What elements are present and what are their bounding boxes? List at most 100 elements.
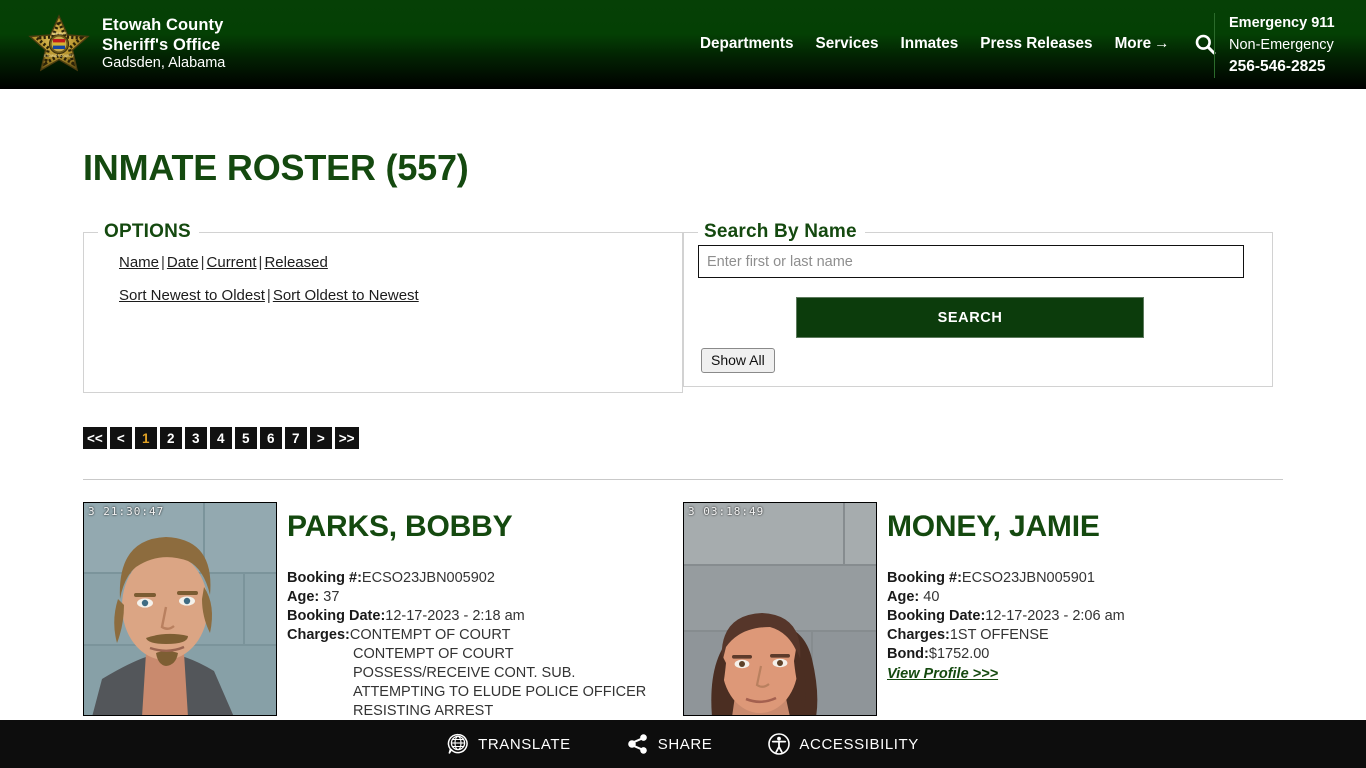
pagination: << < 1 2 3 4 5 6 7 > >> bbox=[83, 427, 1283, 449]
pagination-last[interactable]: >> bbox=[334, 427, 359, 449]
nav-item-departments[interactable]: Departments bbox=[700, 35, 805, 53]
controls-row: OPTIONS Name | Date | Current | Released Sort … bbox=[83, 221, 1283, 393]
value-booking-number: ECSO23JBN005902 bbox=[361, 570, 495, 586]
sheriff-star-badge-icon: SHERIFF ETOWAH COUNTY bbox=[28, 13, 90, 75]
pagination-page-2[interactable]: 2 bbox=[159, 427, 182, 449]
share-icon bbox=[627, 733, 649, 755]
search-legend: Search By Name bbox=[704, 221, 857, 242]
pagination-page-1[interactable]: 1 bbox=[134, 427, 157, 449]
option-link-sort-oldest-to-newest[interactable]: Sort Oldest to Newest bbox=[273, 287, 419, 304]
value-charge-5: RESISTING ARREST bbox=[353, 703, 494, 719]
brand-line-city: Gadsden, Alabama bbox=[102, 55, 226, 72]
option-link-date[interactable]: Date bbox=[167, 254, 199, 271]
field-booking-number: Booking #:ECSO23JBN005902 bbox=[287, 569, 646, 588]
options-separator-1: | bbox=[161, 254, 165, 271]
search-button[interactable]: SEARCH bbox=[796, 297, 1144, 338]
option-link-name[interactable]: Name bbox=[119, 254, 159, 271]
field-booking-date: Booking Date:12-17-2023 - 2:06 am bbox=[887, 607, 1125, 626]
view-profile-link[interactable]: View Profile >>> bbox=[887, 665, 998, 684]
label-charges: Charges: bbox=[887, 627, 950, 643]
site-brand[interactable]: SHERIFF ETOWAH COUNTY Etowah County Sher… bbox=[28, 13, 225, 75]
site-header: SHERIFF ETOWAH COUNTY Etowah County Sher… bbox=[0, 0, 1366, 89]
non-emergency-phone[interactable]: 256-546-2825 bbox=[1229, 56, 1366, 78]
brand-line-county: Etowah County bbox=[102, 16, 224, 35]
translate-label: TRANSLATE bbox=[478, 735, 571, 753]
nav-more-label: More bbox=[1114, 35, 1152, 52]
field-bond: Bond:$1752.00 bbox=[887, 645, 1125, 664]
pagination-page-7[interactable]: 7 bbox=[284, 427, 307, 449]
nav-item-more[interactable]: More → bbox=[1104, 35, 1181, 53]
pagination-prev[interactable]: < bbox=[109, 427, 132, 449]
inmate-card: 3 03:18:49 MONEY, JAMIE Booking #:ECSO23… bbox=[683, 502, 1283, 721]
field-charges: Charges:1ST OFFENSE bbox=[887, 626, 1125, 645]
mugshot-photo[interactable]: 3 03:18:49 bbox=[683, 502, 877, 716]
inmate-card: 3 21:30:47 PARKS, BOBBY Booking #:ECSO23… bbox=[83, 502, 683, 721]
pagination-page-3[interactable]: 3 bbox=[184, 427, 207, 449]
field-booking-number: Booking #:ECSO23JBN005901 bbox=[887, 569, 1125, 588]
inmate-info: MONEY, JAMIE Booking #:ECSO23JBN005901 A… bbox=[877, 502, 1125, 721]
label-booking-date: Booking Date: bbox=[887, 608, 986, 624]
show-all-button[interactable]: Show All bbox=[701, 348, 775, 373]
emergency-911-label: Emergency 911 bbox=[1229, 15, 1335, 31]
share-button[interactable]: SHARE bbox=[627, 733, 713, 755]
accessibility-button[interactable]: ACCESSIBILITY bbox=[768, 733, 919, 755]
pagination-page-6[interactable]: 6 bbox=[259, 427, 282, 449]
svg-text:SHERIFF: SHERIFF bbox=[51, 32, 67, 36]
accessibility-icon bbox=[768, 733, 791, 755]
inmate-info: PARKS, BOBBY Booking #:ECSO23JBN005902 A… bbox=[277, 502, 646, 721]
option-link-current[interactable]: Current bbox=[207, 254, 257, 271]
non-emergency-label: Non-Emergency bbox=[1229, 36, 1334, 53]
value-charge-3: POSSESS/RECEIVE CONT. SUB. bbox=[353, 665, 576, 681]
search-input[interactable] bbox=[698, 245, 1244, 278]
nav-item-press-releases[interactable]: Press Releases bbox=[969, 35, 1103, 53]
value-charge-2: CONTEMPT OF COURT bbox=[353, 646, 514, 662]
inmate-name: PARKS, BOBBY bbox=[287, 510, 513, 543]
options-sort-row: Sort Newest to Oldest | Sort Oldest to New… bbox=[119, 282, 668, 309]
main-navigation: Departments Services Inmates Press Relea… bbox=[700, 33, 1216, 55]
label-booking-number: Booking #: bbox=[287, 570, 362, 586]
options-separator-2: | bbox=[200, 254, 205, 271]
search-panel: Search By Name SEARCH Show All bbox=[683, 221, 1273, 387]
label-booking-number: Booking #: bbox=[887, 570, 962, 586]
value-age: 37 bbox=[323, 589, 340, 605]
options-separator-4: | bbox=[266, 287, 271, 304]
mugshot-timestamp: 3 21:30:47 bbox=[88, 505, 165, 518]
value-booking-number: ECSO23JBN005901 bbox=[961, 570, 1095, 586]
options-legend: OPTIONS bbox=[104, 221, 191, 242]
option-link-released[interactable]: Released bbox=[264, 254, 327, 271]
value-age: 40 bbox=[923, 589, 940, 605]
options-panel: OPTIONS Name | Date | Current | Released Sort … bbox=[83, 221, 683, 393]
arrow-right-icon: → bbox=[1154, 35, 1170, 52]
inmate-name: MONEY, JAMIE bbox=[887, 510, 1100, 543]
inmate-fields: Booking #:ECSO23JBN005902 Age: 37 Bookin… bbox=[287, 569, 646, 721]
inmate-results-list: 3 21:30:47 PARKS, BOBBY Booking #:ECSO23… bbox=[83, 502, 1283, 721]
inmate-fields: Booking #:ECSO23JBN005901 Age: 40 Bookin… bbox=[887, 569, 1125, 684]
label-age: Age: bbox=[287, 589, 320, 605]
mugshot-photo[interactable]: 3 21:30:47 bbox=[83, 502, 277, 716]
page-content: INMATE ROSTER (557) OPTIONS Name | Date | Cu… bbox=[0, 89, 1366, 721]
value-charge-4: ATTEMPTING TO ELUDE POLICE OFFICER bbox=[353, 684, 647, 700]
pagination-page-4[interactable]: 4 bbox=[209, 427, 232, 449]
field-charges: Charges:CONTEMPT OF COURT CONTEMPT OF CO… bbox=[287, 626, 646, 721]
pagination-first[interactable]: << bbox=[83, 427, 107, 449]
globe-translate-icon bbox=[447, 733, 469, 755]
field-age: Age: 40 bbox=[887, 588, 1125, 607]
svg-text:ETOWAH COUNTY: ETOWAH COUNTY bbox=[44, 54, 75, 58]
label-charges: Charges: bbox=[287, 627, 350, 643]
pagination-page-5[interactable]: 5 bbox=[234, 427, 257, 449]
option-link-sort-newest-to-oldest[interactable]: Sort Newest to Oldest bbox=[119, 287, 265, 304]
translate-button[interactable]: TRANSLATE bbox=[447, 733, 571, 755]
nav-item-services[interactable]: Services bbox=[805, 35, 890, 53]
section-divider bbox=[83, 479, 1283, 480]
value-charge-1: CONTEMPT OF COURT bbox=[349, 627, 511, 643]
pagination-next[interactable]: > bbox=[309, 427, 332, 449]
value-charge-1: 1ST OFFENSE bbox=[949, 627, 1049, 643]
brand-line-office: Sheriff's Office bbox=[102, 36, 221, 55]
page-title: INMATE ROSTER (557) bbox=[83, 147, 469, 188]
label-booking-date: Booking Date: bbox=[287, 608, 386, 624]
nav-item-inmates[interactable]: Inmates bbox=[889, 35, 969, 53]
value-booking-date: 12-17-2023 - 2:18 am bbox=[385, 608, 525, 624]
accessibility-label: ACCESSIBILITY bbox=[799, 735, 919, 753]
mugshot-timestamp: 3 03:18:49 bbox=[688, 505, 765, 518]
share-label: SHARE bbox=[657, 735, 713, 753]
